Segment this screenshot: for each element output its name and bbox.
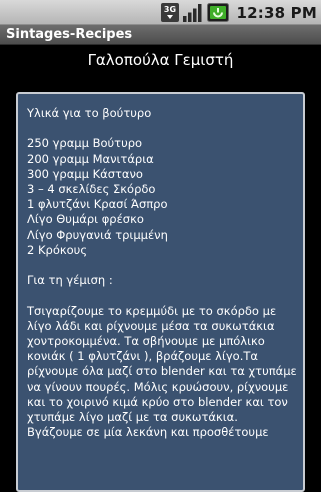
signal-icon — [182, 3, 203, 22]
recipe-title: Γαλοπούλα Γεμιστή — [87, 51, 234, 69]
status-icons: 3G 12:38 PM — [160, 2, 318, 23]
app-title-bar: Sintages-Recipes — [0, 25, 321, 45]
recipe-content-panel[interactable]: Υλικά για το βούτυρο 250 γραμμ Βούτυρο 2… — [16, 92, 305, 492]
3g-icon: 3G — [160, 3, 179, 22]
battery-icon — [206, 3, 229, 22]
app-title: Sintages-Recipes — [6, 27, 133, 42]
status-bar: 3G 12:38 PM — [0, 0, 321, 25]
clock: 12:38 PM — [236, 3, 317, 22]
recipe-body-text: Υλικά για το βούτυρο 250 γραμμ Βούτυρο 2… — [27, 106, 297, 440]
